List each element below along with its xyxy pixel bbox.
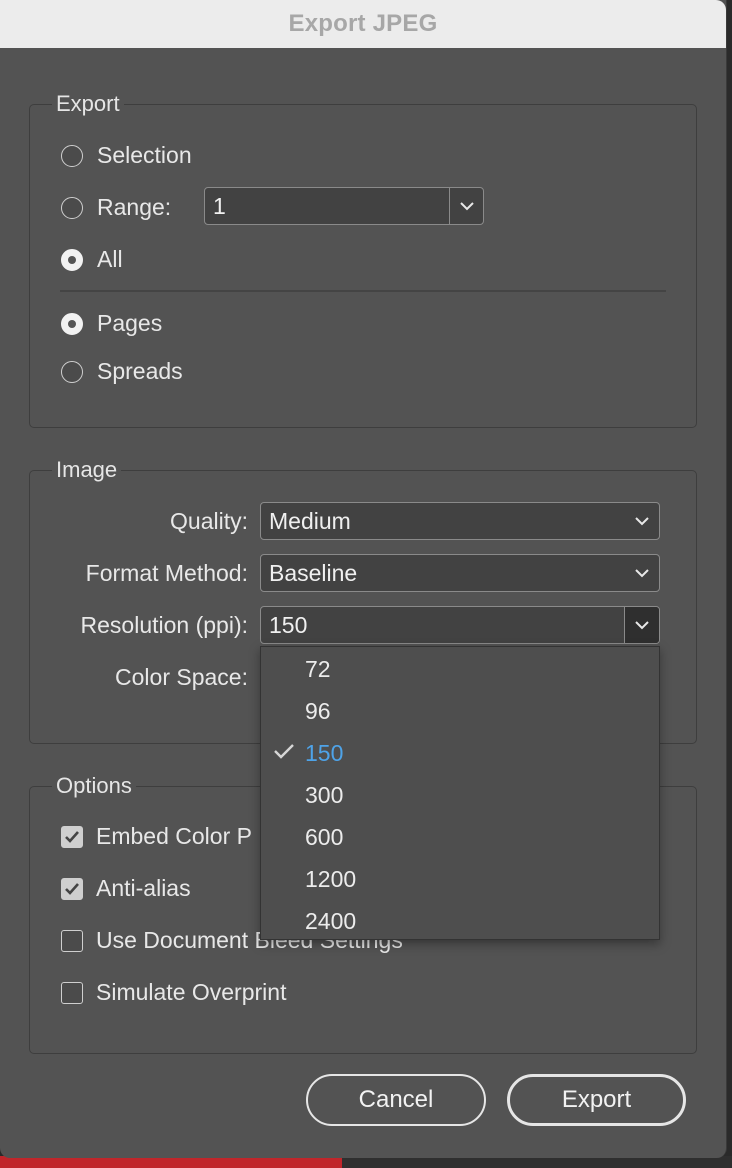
chevron-down-icon	[459, 201, 474, 210]
resolution-option-label: 300	[305, 781, 344, 808]
checkbox-antialias-label: Anti-alias	[96, 875, 191, 901]
cancel-button[interactable]: Cancel	[306, 1074, 486, 1126]
export-legend: Export	[52, 91, 124, 117]
radio-pages[interactable]: Pages	[61, 310, 162, 337]
range-input[interactable]: 1	[205, 193, 449, 220]
resolution-option-selected[interactable]: 150	[261, 732, 659, 774]
quality-value: Medium	[269, 507, 351, 534]
dialog-title: Export JPEG	[288, 10, 438, 37]
radio-range-button[interactable]	[61, 196, 83, 219]
chevron-down-icon	[635, 620, 649, 629]
checkbox-antialias-box[interactable]	[61, 877, 83, 900]
radio-spreads[interactable]: Spreads	[61, 358, 183, 385]
export-divider	[60, 290, 666, 292]
checkbox-overprint-box[interactable]	[61, 981, 83, 1004]
image-legend: Image	[52, 457, 122, 483]
radio-selection-button[interactable]	[61, 144, 83, 167]
resolution-dropdown-button[interactable]	[624, 607, 659, 643]
export-button[interactable]: Export	[507, 1074, 686, 1126]
radio-selection-label: Selection	[97, 142, 192, 168]
radio-range[interactable]: Range:	[61, 194, 171, 221]
resolution-option-label: 1200	[305, 865, 357, 892]
checkmark-icon	[65, 883, 79, 895]
radio-all-button[interactable]	[61, 248, 83, 271]
radio-pages-label: Pages	[97, 310, 163, 336]
options-legend: Options	[52, 773, 136, 799]
chevron-down-icon	[635, 568, 649, 577]
chevron-down-icon	[635, 516, 649, 525]
radio-selection[interactable]: Selection	[61, 142, 192, 169]
resolution-dropdown-menu: 72 96 150 300 600 1200 2400	[260, 646, 660, 940]
resolution-option[interactable]: 96	[261, 690, 659, 732]
radio-all[interactable]: All	[61, 246, 123, 273]
checkbox-anti-alias[interactable]: Anti-alias	[61, 875, 191, 902]
resolution-option[interactable]: 300	[261, 774, 659, 816]
checkbox-bleed-box[interactable]	[61, 929, 83, 952]
checkbox-embed-box[interactable]	[61, 825, 83, 848]
resolution-option-label: 72	[305, 655, 331, 682]
export-jpeg-dialog: Export JPEG Export Selection Range: 1 Al…	[0, 0, 727, 1158]
range-dropdown-button[interactable]	[449, 188, 483, 224]
resolution-option[interactable]: 600	[261, 816, 659, 858]
checkbox-simulate-overprint[interactable]: Simulate Overprint	[61, 979, 286, 1006]
resolution-option-label: 96	[305, 697, 331, 724]
checkbox-embed-color-profile[interactable]: Embed Color P	[61, 823, 252, 850]
resolution-option-label: 2400	[305, 907, 357, 934]
checkbox-overprint-label: Simulate Overprint	[96, 979, 287, 1005]
format-method-select[interactable]: Baseline	[260, 554, 660, 592]
checkmark-icon	[65, 831, 79, 843]
range-combo[interactable]: 1	[204, 187, 484, 225]
resolution-option[interactable]: 2400	[261, 900, 659, 942]
resolution-option-label: 150	[305, 739, 344, 766]
resolution-option-label: 600	[305, 823, 344, 850]
radio-pages-button[interactable]	[61, 312, 83, 335]
quality-label: Quality:	[170, 508, 248, 534]
title-bar[interactable]: Export JPEG	[0, 0, 726, 48]
resolution-label: Resolution (ppi):	[80, 612, 248, 638]
color-space-label: Color Space:	[115, 664, 248, 690]
checkbox-embed-label: Embed Color P	[96, 823, 252, 849]
resolution-select[interactable]: 150	[260, 606, 660, 644]
radio-all-label: All	[97, 246, 123, 272]
format-method-label: Format Method:	[85, 560, 248, 586]
resolution-option[interactable]: 1200	[261, 858, 659, 900]
radio-spreads-button[interactable]	[61, 360, 83, 383]
resolution-option[interactable]: 72	[261, 648, 659, 690]
radio-spreads-label: Spreads	[97, 358, 183, 384]
quality-select[interactable]: Medium	[260, 502, 660, 540]
resolution-value: 150	[269, 611, 308, 638]
format-method-value: Baseline	[269, 559, 358, 586]
radio-range-label: Range:	[97, 194, 172, 220]
checkmark-icon	[274, 744, 294, 759]
